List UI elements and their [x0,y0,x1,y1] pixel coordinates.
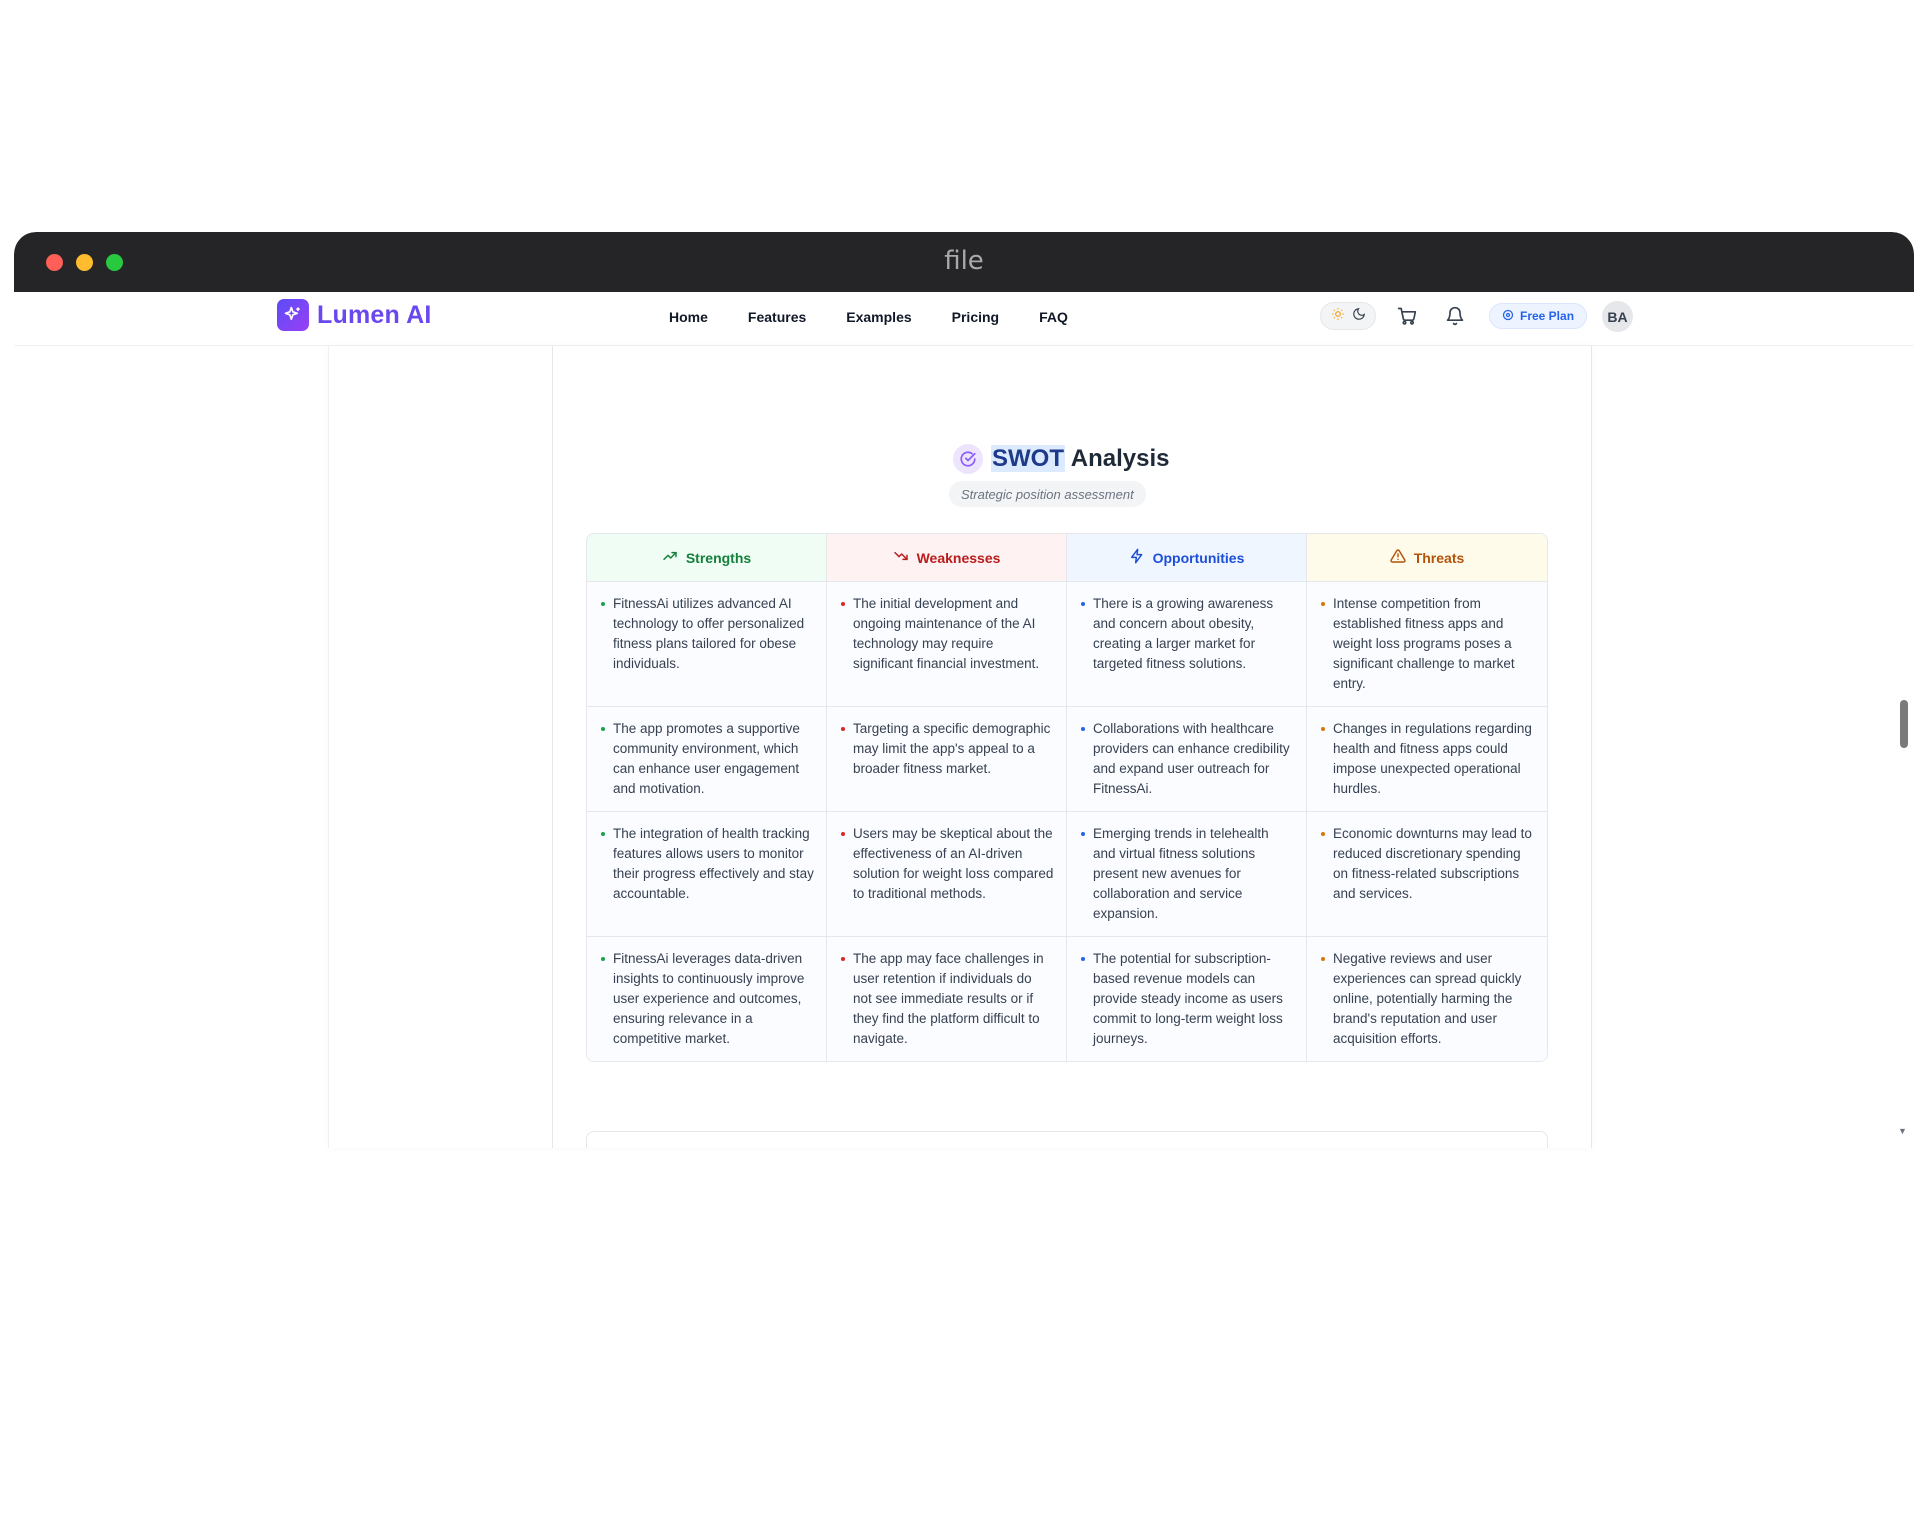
opportunity-item: There is a growing awareness and concern… [1067,582,1307,706]
top-navbar: Lumen AI Home Features Examples Pricing … [14,292,1914,346]
bullet [1321,832,1325,836]
threat-item: Changes in regulations regarding health … [1307,707,1547,811]
plan-label: Free Plan [1520,309,1575,323]
nav-link-home[interactable]: Home [669,309,708,325]
window-title: file [944,246,984,276]
cart-icon[interactable] [1396,305,1418,327]
nav-link-examples[interactable]: Examples [846,309,911,325]
trending-up-icon [662,548,678,567]
strength-text: The app promotes a supportive community … [613,721,800,796]
weakness-item: Users may be skeptical about the effecti… [827,812,1067,936]
bullet [1081,832,1085,836]
threat-item: Intense competition from established fit… [1307,582,1547,706]
strength-item: FitnessAi leverages data-driven insights… [587,937,827,1061]
bell-icon[interactable] [1444,305,1466,327]
bullet [1081,957,1085,961]
strength-item: The app promotes a supportive community … [587,707,827,811]
trending-down-icon [893,548,909,567]
bullet [601,832,605,836]
brand[interactable]: Lumen AI [277,299,432,331]
opportunities-label: Opportunities [1152,549,1245,566]
weaknesses-header: Weaknesses [827,534,1067,581]
table-row: FitnessAi leverages data-driven insights… [587,937,1547,1061]
swot-table: Strengths Weaknesses Opportunities Threa… [586,533,1548,1062]
swot-title: SWOT Analysis [991,445,1170,473]
scrollbar-thumb[interactable] [1900,700,1908,748]
strength-text: FitnessAi leverages data-driven insights… [613,951,805,1046]
table-row: The integration of health tracking featu… [587,812,1547,937]
warning-triangle-icon [1390,548,1406,567]
bullet [841,727,845,731]
nav-link-faq[interactable]: FAQ [1039,309,1068,325]
opportunity-text: The potential for subscription-based rev… [1093,951,1283,1046]
opportunity-item: Collaborations with healthcare providers… [1067,707,1307,811]
swot-header: SWOT Analysis [953,444,1170,474]
weaknesses-label: Weaknesses [916,549,1001,566]
bullet [1081,727,1085,731]
sun-icon [1331,307,1345,326]
strength-text: FitnessAi utilizes advanced AI technolog… [613,596,805,671]
threats-header: Threats [1307,534,1547,581]
swot-title-highlight: SWOT [991,445,1065,472]
opportunities-header: Opportunities [1067,534,1307,581]
table-row: The app promotes a supportive community … [587,707,1547,812]
bullet [841,957,845,961]
title-bar: file [14,232,1914,292]
next-section-card [586,1131,1548,1148]
bullet [841,602,845,606]
bullet [1321,957,1325,961]
sparkle-logo-icon [277,299,309,331]
opportunity-text: Collaborations with healthcare providers… [1093,721,1290,796]
strength-item: The integration of health tracking featu… [587,812,827,936]
threats-label: Threats [1413,549,1465,566]
bullet [1081,602,1085,606]
swot-header-row: Strengths Weaknesses Opportunities Threa… [587,534,1547,582]
strengths-header: Strengths [587,534,827,581]
scroll-down-arrow-icon[interactable]: ▼ [1898,1126,1907,1136]
weakness-text: The app may face challenges in user rete… [853,951,1044,1046]
free-plan-badge[interactable]: Free Plan [1489,303,1588,329]
table-row: FitnessAi utilizes advanced AI technolog… [587,582,1547,707]
nav-links: Home Features Examples Pricing FAQ [669,309,1068,325]
weakness-item: The initial development and ongoing main… [827,582,1067,706]
theme-toggle[interactable] [1320,302,1376,330]
opportunity-item: The potential for subscription-based rev… [1067,937,1307,1061]
threat-text: Intense competition from established fit… [1333,596,1515,691]
bullet [601,727,605,731]
opportunity-text: There is a growing awareness and concern… [1093,596,1274,671]
weakness-text: Users may be skeptical about the effecti… [853,826,1054,901]
swot-title-rest: Analysis [1070,445,1170,472]
threat-text: Negative reviews and user experiences ca… [1333,951,1522,1046]
opportunity-text: Emerging trends in telehealth and virtua… [1093,826,1269,921]
bullet [841,832,845,836]
plan-circle-icon [1502,309,1514,324]
bullet [1321,602,1325,606]
threat-item: Negative reviews and user experiences ca… [1307,937,1547,1061]
nav-link-features[interactable]: Features [748,309,806,325]
weakness-text: The initial development and ongoing main… [853,596,1040,671]
strength-text: The integration of health tracking featu… [613,826,814,901]
weakness-item: Targeting a specific demographic may lim… [827,707,1067,811]
strengths-label: Strengths [685,549,752,566]
moon-icon [1352,307,1366,326]
lightning-icon [1129,548,1145,567]
check-circle-icon [953,444,983,474]
nav-link-pricing[interactable]: Pricing [952,309,999,325]
bullet [1321,727,1325,731]
brand-name: Lumen AI [317,300,432,329]
swot-subtitle: Strategic position assessment [949,481,1146,507]
threat-text: Changes in regulations regarding health … [1333,721,1532,796]
threat-item: Economic downturns may lead to reduced d… [1307,812,1547,936]
bullet [601,957,605,961]
weakness-text: Targeting a specific demographic may lim… [853,721,1051,776]
opportunity-item: Emerging trends in telehealth and virtua… [1067,812,1307,936]
strength-item: FitnessAi utilizes advanced AI technolog… [587,582,827,706]
avatar[interactable]: BA [1602,301,1633,332]
threat-text: Economic downturns may lead to reduced d… [1333,826,1532,901]
bullet [601,602,605,606]
weakness-item: The app may face challenges in user rete… [827,937,1067,1061]
